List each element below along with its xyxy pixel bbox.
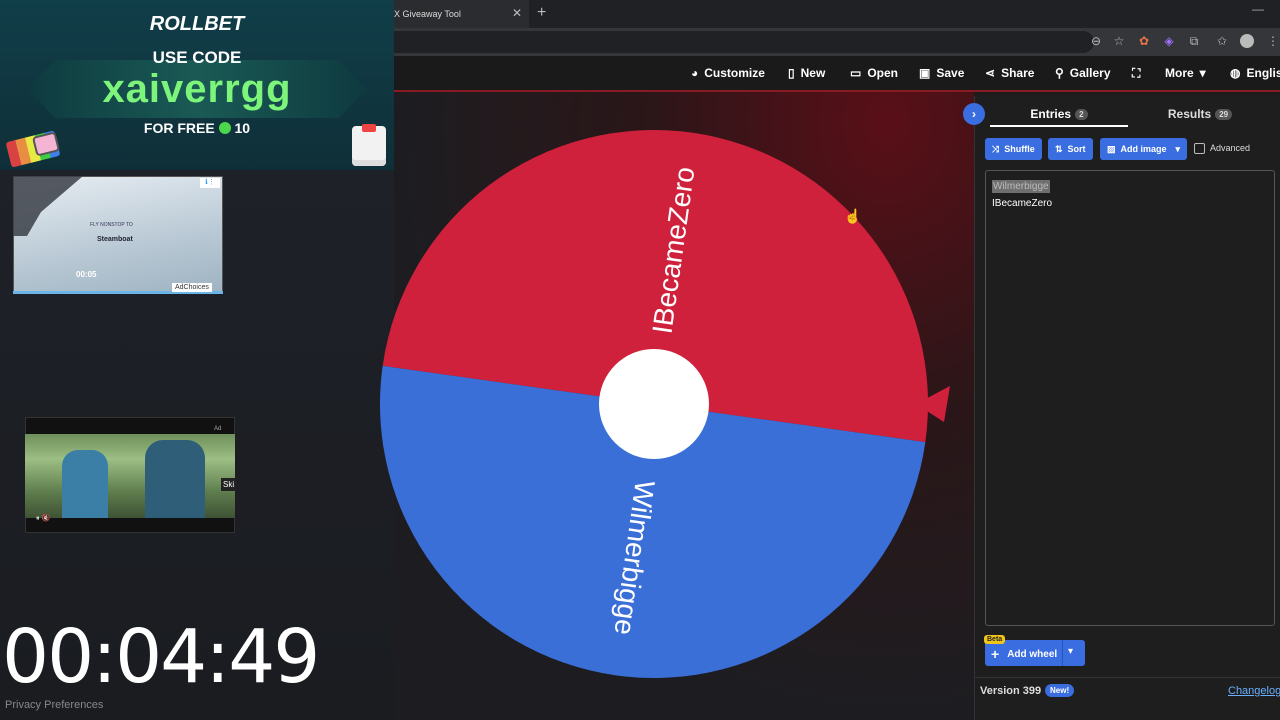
changelog-link[interactable]: Changelog [1228,685,1280,697]
beta-badge: Beta [984,635,1006,644]
tab-title: X Giveaway Tool [394,9,461,19]
fullscreen-button[interactable]: ⛶ [1132,66,1140,81]
share-button[interactable]: ⋖ Share [985,66,1034,80]
ad-timer: 00:05 [76,270,97,279]
adchoices-link[interactable]: AdChoices [172,283,212,292]
version-label: Version 399 [980,685,1042,697]
save-button[interactable]: ▣ Save [919,66,964,80]
url-input[interactable] [394,31,1094,53]
advanced-checkbox[interactable] [1194,143,1205,154]
chicken-comb [362,124,376,132]
search-icon: ⚲ [1055,66,1064,80]
collapse-panel-button[interactable]: › [963,103,985,125]
shuffle-button[interactable]: ⤨ Shuffle [985,138,1042,160]
menu-icon[interactable]: ⋮ [1266,34,1280,48]
app-header [394,56,1280,92]
tab-results[interactable]: Results 29 [1130,103,1270,127]
skip-ad-button[interactable]: Ski [221,478,237,491]
stream-timer: 00:04:49 [2,614,320,700]
entry-line[interactable]: IBecameZero [992,198,1052,209]
promo-brand-logo: ROLLBET [149,13,245,35]
entries-textarea[interactable] [985,170,1275,626]
browser-tab[interactable]: X Giveaway Tool [394,0,529,28]
promo-code: xaiverrgg [102,67,292,111]
ad-controls[interactable]: ⏸ 🔇 [36,514,50,523]
save-icon: ▣ [919,66,931,80]
image-icon: ▨ [1107,143,1116,154]
ad-info-icon[interactable]: ℹ⋮ [200,178,220,188]
results-count-badge: 29 [1215,109,1233,121]
palette-icon: ◕ [691,66,699,80]
ad-tagline: FLY NONSTOP TO [90,222,133,228]
favorites-icon[interactable]: ✩ [1215,34,1229,48]
chevron-down-icon[interactable]: ▾ [1068,646,1073,657]
extension-icon[interactable]: ◈ [1162,34,1176,48]
new-tab-icon[interactable]: + [537,4,546,22]
customize-button[interactable]: ◕ Customize [691,66,765,80]
puzzle-icon[interactable]: ⧉ [1187,34,1201,48]
spin-wheel[interactable]: IBecameZero Wilmerbigge [378,128,958,688]
promo-use-code: USE CODE [152,48,242,67]
file-icon: ▯ [788,66,795,80]
privacy-preferences-link[interactable]: Privacy Preferences [5,699,103,711]
ad-label: Ad [214,426,222,432]
profile-avatar[interactable] [1240,34,1254,48]
share-icon: ⋖ [985,66,996,80]
language-button[interactable]: ◍ Englis [1230,66,1280,80]
minimize-icon[interactable]: — [1252,2,1264,16]
zoom-icon[interactable]: ⊖ [1089,34,1103,48]
chevron-down-icon: ▾ [1175,143,1181,154]
ad-person [62,450,108,518]
chicken-icon [352,126,386,166]
new-badge: New! [1045,684,1075,697]
ad-person [145,440,205,518]
promo-free-text: FOR FREE 10 [143,120,251,136]
folder-icon: ▭ [850,66,862,80]
button-divider [1062,640,1063,666]
coin-icon [218,122,231,134]
open-button[interactable]: ▭ Open [850,66,898,80]
entry-line[interactable]: Wilmerbigge [992,180,1050,193]
gallery-button[interactable]: ⚲ Gallery [1055,66,1111,80]
sort-icon: ⇅ [1055,143,1063,154]
add-image-button[interactable]: ▨ Add image ▾ [1100,138,1188,160]
bookmark-star-icon[interactable]: ☆ [1112,34,1126,48]
sort-button[interactable]: ⇅ Sort [1048,138,1093,160]
add-wheel-label[interactable]: + Add wheel [991,646,1057,662]
divider [974,677,1280,678]
extension-icon[interactable]: ✿ [1137,34,1151,48]
ad-destination: Steamboat [97,236,133,243]
tab-entries[interactable]: Entries 2 [990,103,1128,127]
more-button[interactable]: More ▾ [1165,66,1206,80]
wheel-center[interactable] [599,349,709,459]
tab-close-icon[interactable]: ✕ [512,6,522,20]
hand-cursor-icon: ☝ [844,208,862,224]
shuffle-icon: ⤨ [992,143,1000,154]
globe-icon: ◍ [1230,66,1241,80]
fullscreen-icon: ⛶ [1132,66,1141,80]
new-button[interactable]: ▯ New [788,66,825,80]
advanced-label: Advanced [1210,143,1251,153]
entries-count-badge: 2 [1075,109,1088,121]
plus-icon: + [991,646,1000,662]
chevron-down-icon: ▾ [1199,66,1206,80]
